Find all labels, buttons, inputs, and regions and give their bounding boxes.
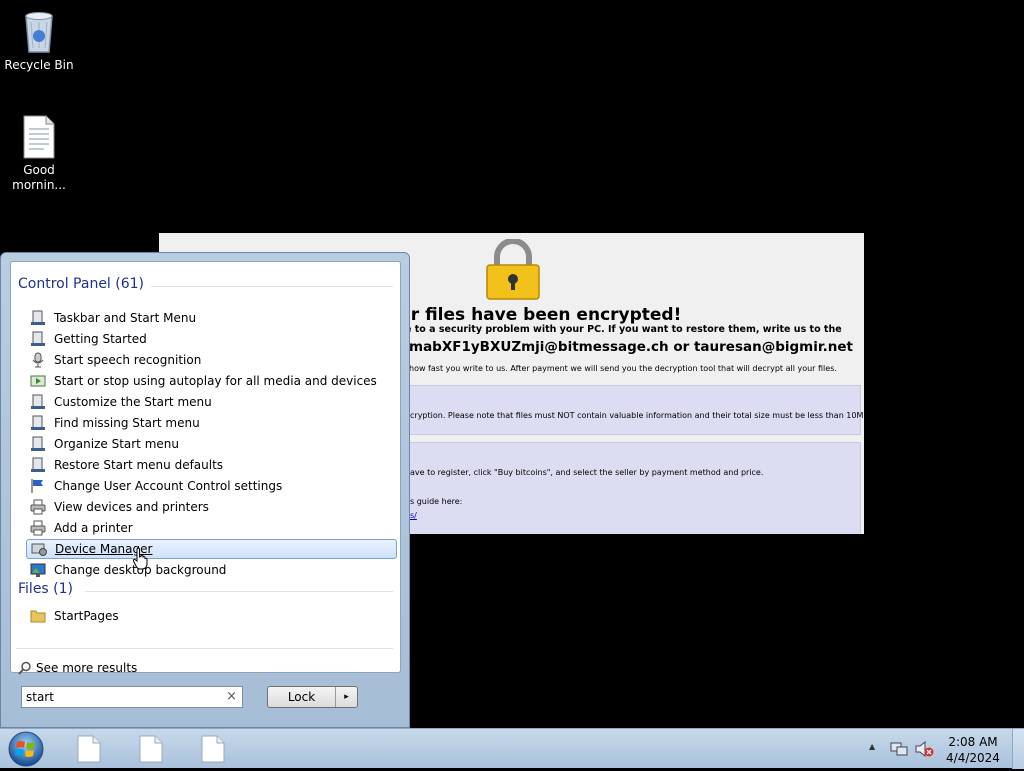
power-options-arrow-icon[interactable]: ▸ [336,687,357,707]
taskbar-icon [30,331,46,347]
result-item-change-desktop-background[interactable]: Change desktop background [26,560,397,580]
result-item-taskbar-and-start-menu[interactable]: Taskbar and Start Menu [26,308,397,328]
result-item-restore-start-menu-defaults[interactable]: Restore Start menu defaults [26,455,397,475]
taskbar-document-icon[interactable] [76,735,102,763]
result-item-label: StartPages [54,609,119,623]
taskbar-document-icon[interactable] [138,735,164,763]
search-icon [18,661,31,675]
device-manager-icon [31,541,47,557]
taskbar-icon [30,457,46,473]
clock[interactable]: 2:08 AM 4/4/2024 [944,734,1002,766]
ransom-contact-emails: mabXF1yBXUZmji@bitmessage.ch or tauresan… [409,339,853,355]
windows-orb-icon [8,731,44,767]
autoplay-icon [30,373,46,389]
desktop-background-icon [30,562,46,578]
search-results-pane: Control Panel (61) Taskbar and Start Men… [10,261,401,675]
lock-button[interactable]: Lock [268,687,336,707]
clock-time: 2:08 AM [948,735,998,749]
result-item-label: Start or stop using autoplay for all med… [54,374,377,388]
start-button[interactable] [6,730,46,768]
desktop-icon-label: Recycle Bin [4,58,74,72]
result-item-start-speech-recognition[interactable]: Start speech recognition [26,350,397,370]
lock-split-button[interactable]: Lock ▸ [267,686,358,708]
result-item-label: Restore Start menu defaults [54,458,224,472]
result-item-label: Find missing Start menu [54,416,200,430]
result-item-label: Organize Start menu [54,437,179,451]
result-item-view-devices-and-printers[interactable]: View devices and printers [26,497,397,517]
recycle-bin-icon [25,12,53,53]
result-item-label: Change User Account Control settings [54,479,283,493]
result-item-change-user-account-control-settings[interactable]: Change User Account Control settings [26,476,397,496]
see-more-results-link[interactable]: See more results [18,661,137,675]
result-item-find-missing-start-menu[interactable]: Find missing Start menu [26,413,397,433]
panel-text: cryption. Please note that files must NO… [410,411,864,420]
guide-link[interactable]: s/ [410,511,417,520]
volume-muted-icon[interactable] [914,740,934,758]
result-item-organize-start-menu[interactable]: Organize Start menu [26,434,397,454]
search-input[interactable] [26,688,222,706]
desktop-icon-recycle-bin[interactable]: Recycle Bin [4,8,74,73]
result-item-customize-the-start-menu[interactable]: Customize the Start menu [26,392,397,412]
search-box[interactable]: × [21,686,243,708]
taskbar: ▲ 2:08 AM 4/4/2024 [0,728,1024,769]
show-hidden-icons-button[interactable]: ▲ [869,742,875,751]
result-item-add-a-printer[interactable]: Add a printer [26,518,397,538]
taskbar-icon [30,436,46,452]
result-item-label: View devices and printers [54,500,209,514]
show-desktop-button[interactable] [1012,729,1024,769]
taskbar-icon [30,415,46,431]
ransom-payment-text: how fast you write to us. After payment … [409,364,837,373]
clock-date: 4/4/2024 [946,751,1000,765]
result-item-label: Add a printer [54,521,133,535]
uac-flag-icon [30,478,46,494]
desktop-icon-text-file[interactable]: Good mornin... [4,115,74,193]
network-icon[interactable] [890,741,908,757]
printer-icon [30,499,46,515]
hand-cursor-icon [133,548,148,570]
microphone-icon [30,352,46,368]
panel-text: s guide here: [410,497,463,506]
padlock-icon [486,239,540,300]
clear-search-icon[interactable]: × [226,689,237,704]
result-item-label: Getting Started [54,332,147,346]
group-header-files: Files (1) [18,581,74,597]
result-item-device-manager[interactable]: Device Manager [26,539,397,559]
group-header-control-panel: Control Panel (61) [18,276,145,292]
result-item-getting-started[interactable]: Getting Started [26,329,397,349]
group-divider [85,591,393,592]
see-more-results-label: See more results [36,661,138,675]
result-item-label: Start speech recognition [54,353,202,367]
result-item-label: Taskbar and Start Menu [54,311,197,325]
desktop-icon-label: Good mornin... [4,163,74,193]
taskbar-icon [30,310,46,326]
printer-icon [30,520,46,536]
result-item-label: Customize the Start menu [54,395,212,409]
taskbar-document-icon[interactable] [200,735,226,763]
ransom-instruction-text: e to a security problem with your PC. If… [405,324,842,335]
start-menu: Control Panel (61) Taskbar and Start Men… [0,252,410,728]
text-file-icon [23,115,55,159]
group-divider [151,286,393,287]
panel-text: ave to register, click "Buy bitcoins", a… [410,468,764,477]
file-name-text: Good mornin... [12,163,66,192]
folder-icon [30,608,46,624]
result-item-startpages[interactable]: StartPages [26,606,397,626]
result-item-start-or-stop-using-autoplay-for-all-media-and-devices[interactable]: Start or stop using autoplay for all med… [26,371,397,391]
group-divider [16,648,393,649]
ransom-title: our files have been encrypted! [387,305,682,325]
taskbar-icon [30,394,46,410]
